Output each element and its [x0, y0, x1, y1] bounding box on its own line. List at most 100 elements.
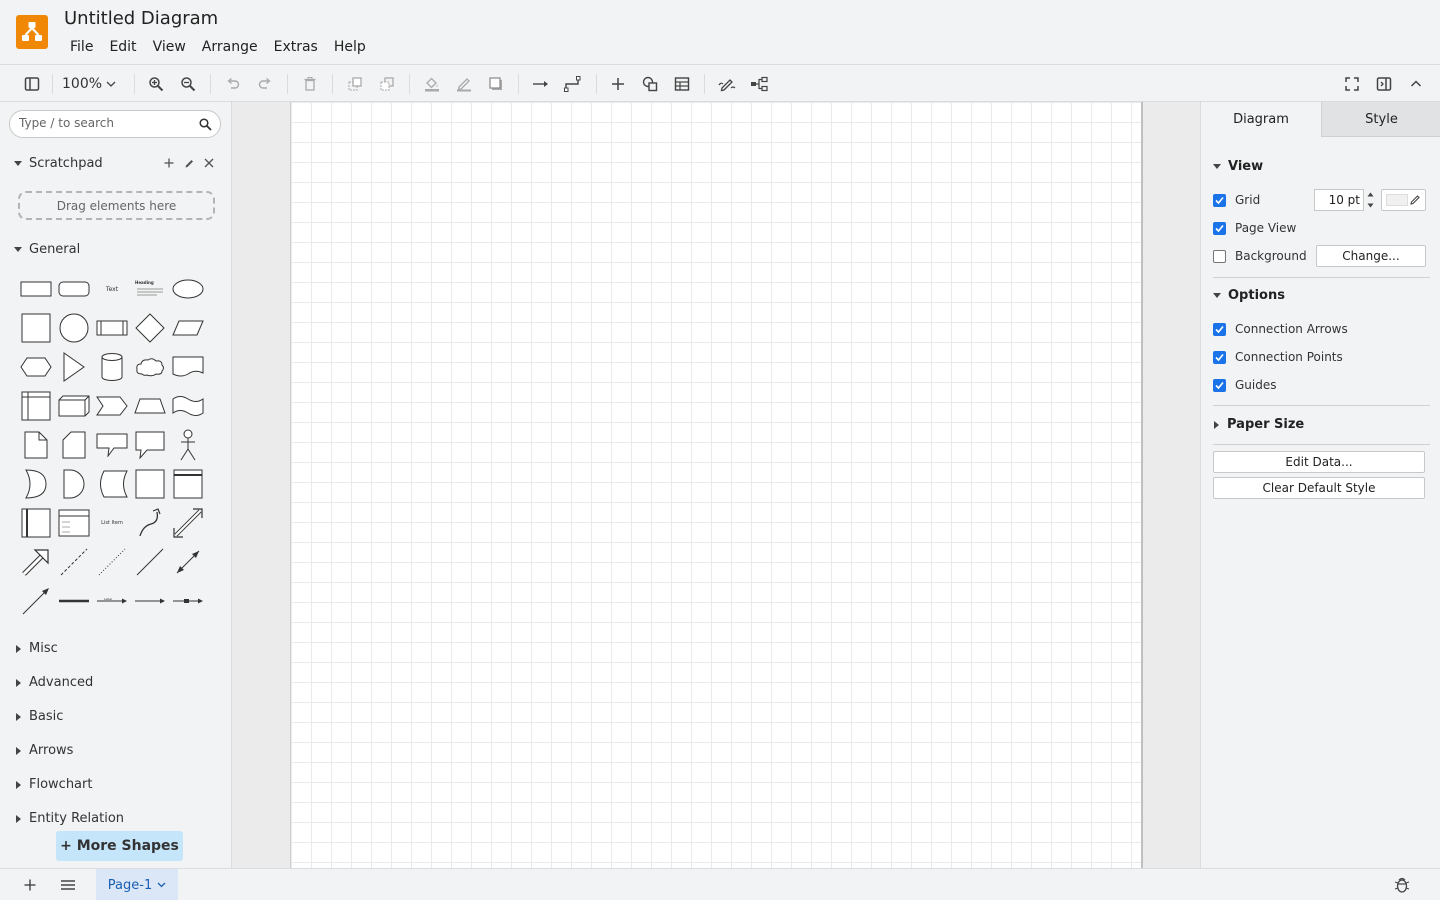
callout-shape[interactable]	[93, 426, 131, 464]
zoom-select[interactable]: 100%	[62, 74, 116, 94]
bidirectional-arrow-shape[interactable]	[169, 504, 207, 542]
shadow-icon[interactable]	[485, 73, 507, 95]
card-shape[interactable]	[55, 426, 93, 464]
square-shape[interactable]	[17, 309, 55, 347]
grid-checkbox[interactable]	[1213, 193, 1226, 207]
scratchpad-edit-icon[interactable]	[182, 156, 196, 170]
and-shape[interactable]	[55, 465, 93, 503]
menu-file[interactable]: File	[62, 37, 101, 57]
list-item-shape[interactable]: List Item	[93, 504, 131, 542]
internal-storage-shape[interactable]	[17, 387, 55, 425]
connection-arrows-checkbox[interactable]	[1213, 322, 1226, 336]
scratchpad-add-icon[interactable]	[162, 156, 176, 170]
grid-color-button[interactable]	[1381, 189, 1426, 211]
delete-icon[interactable]	[299, 73, 321, 95]
entity-relation-section-header[interactable]: Entity Relation	[14, 811, 124, 826]
diamond-shape[interactable]	[131, 309, 169, 347]
advanced-section-header[interactable]: Advanced	[14, 675, 93, 690]
curve-shape[interactable]	[131, 504, 169, 542]
speech-bubble-shape[interactable]	[131, 426, 169, 464]
connector-with-two-labels-shape[interactable]	[131, 582, 169, 620]
tab-diagram[interactable]: Diagram	[1201, 102, 1321, 137]
clear-default-style-button[interactable]: Clear Default Style	[1213, 477, 1425, 499]
more-shapes-button[interactable]: + More Shapes	[56, 831, 183, 861]
menu-arrange[interactable]: Arrange	[194, 37, 266, 57]
circle-shape[interactable]	[55, 309, 93, 347]
spin-down-icon[interactable]	[1367, 203, 1374, 208]
background-checkbox[interactable]	[1213, 249, 1226, 263]
search-input[interactable]	[19, 116, 189, 130]
shapes-icon[interactable]	[639, 73, 661, 95]
add-page-icon[interactable]	[20, 875, 40, 895]
actor-shape[interactable]	[169, 426, 207, 464]
table-icon[interactable]	[671, 73, 693, 95]
triangle-shape[interactable]	[55, 348, 93, 386]
dashed-line-shape[interactable]	[55, 543, 93, 581]
freehand-icon[interactable]	[716, 73, 738, 95]
data-storage-shape[interactable]	[93, 465, 131, 503]
pages-menu-icon[interactable]	[58, 875, 78, 895]
line-color-icon[interactable]	[453, 73, 475, 95]
arrows-section-header[interactable]: Arrows	[14, 743, 73, 758]
zoom-in-icon[interactable]	[145, 73, 167, 95]
general-section-header[interactable]: General	[14, 242, 80, 257]
scratchpad-header[interactable]: Scratchpad	[14, 156, 103, 171]
zoom-out-icon[interactable]	[177, 73, 199, 95]
waypoints-icon[interactable]	[562, 73, 584, 95]
text-shape[interactable]: Text	[93, 270, 131, 308]
paper-size-section-header[interactable]: Paper Size	[1213, 417, 1304, 432]
ellipse-shape[interactable]	[169, 270, 207, 308]
directional-connector-shape[interactable]	[17, 582, 55, 620]
swimlane-shape[interactable]	[169, 465, 207, 503]
menu-extras[interactable]: Extras	[266, 37, 326, 57]
thick-line-shape[interactable]	[55, 582, 93, 620]
grid-size-stepper[interactable]	[1364, 189, 1376, 211]
redo-icon[interactable]	[254, 73, 276, 95]
sidebar-toggle-icon[interactable]	[21, 73, 43, 95]
flowchart-section-header[interactable]: Flowchart	[14, 777, 92, 792]
trapezoid-shape[interactable]	[131, 387, 169, 425]
or-shape[interactable]	[17, 465, 55, 503]
bug-icon[interactable]	[1394, 876, 1410, 898]
document-shape[interactable]	[169, 348, 207, 386]
textbox-shape[interactable]: Heading	[131, 270, 169, 308]
grid-size-input[interactable]	[1314, 189, 1364, 211]
diagram-title[interactable]: Untitled Diagram	[64, 8, 218, 29]
hexagon-shape[interactable]	[17, 348, 55, 386]
edit-data-button[interactable]: Edit Data...	[1213, 451, 1425, 473]
connection-icon[interactable]	[530, 73, 552, 95]
tape-shape[interactable]	[169, 387, 207, 425]
misc-section-header[interactable]: Misc	[14, 641, 58, 656]
menu-help[interactable]: Help	[326, 37, 374, 57]
connector-with-label-shape[interactable]: Label	[93, 582, 131, 620]
fill-color-icon[interactable]	[421, 73, 443, 95]
arrow-shape[interactable]	[17, 543, 55, 581]
parallelogram-shape[interactable]	[169, 309, 207, 347]
spin-up-icon[interactable]	[1367, 192, 1374, 197]
diagram-canvas[interactable]	[232, 102, 1200, 868]
page-view-checkbox[interactable]	[1213, 221, 1226, 235]
page-tab[interactable]: Page-1	[96, 869, 178, 900]
cube-shape[interactable]	[55, 387, 93, 425]
search-icon[interactable]	[199, 118, 212, 131]
step-shape[interactable]	[93, 387, 131, 425]
scratchpad-dropzone[interactable]: Drag elements here	[18, 191, 215, 220]
note-shape[interactable]	[17, 426, 55, 464]
tab-style[interactable]: Style	[1321, 102, 1440, 137]
view-section-header[interactable]: View	[1213, 159, 1263, 174]
guides-checkbox[interactable]	[1213, 378, 1226, 392]
fullscreen-icon[interactable]	[1341, 73, 1363, 95]
collapse-icon[interactable]	[1405, 73, 1427, 95]
change-background-button[interactable]: Change...	[1316, 245, 1426, 267]
chevron-down-icon[interactable]	[157, 882, 166, 888]
to-front-icon[interactable]	[344, 73, 366, 95]
container-shape[interactable]	[131, 465, 169, 503]
options-section-header[interactable]: Options	[1213, 288, 1285, 303]
list-shape[interactable]	[55, 504, 93, 542]
connection-points-checkbox[interactable]	[1213, 350, 1226, 364]
menu-edit[interactable]: Edit	[101, 37, 144, 57]
cylinder-shape[interactable]	[93, 348, 131, 386]
scratchpad-close-icon[interactable]	[202, 156, 216, 170]
rounded-rectangle-shape[interactable]	[55, 270, 93, 308]
vertical-container-shape[interactable]	[17, 504, 55, 542]
